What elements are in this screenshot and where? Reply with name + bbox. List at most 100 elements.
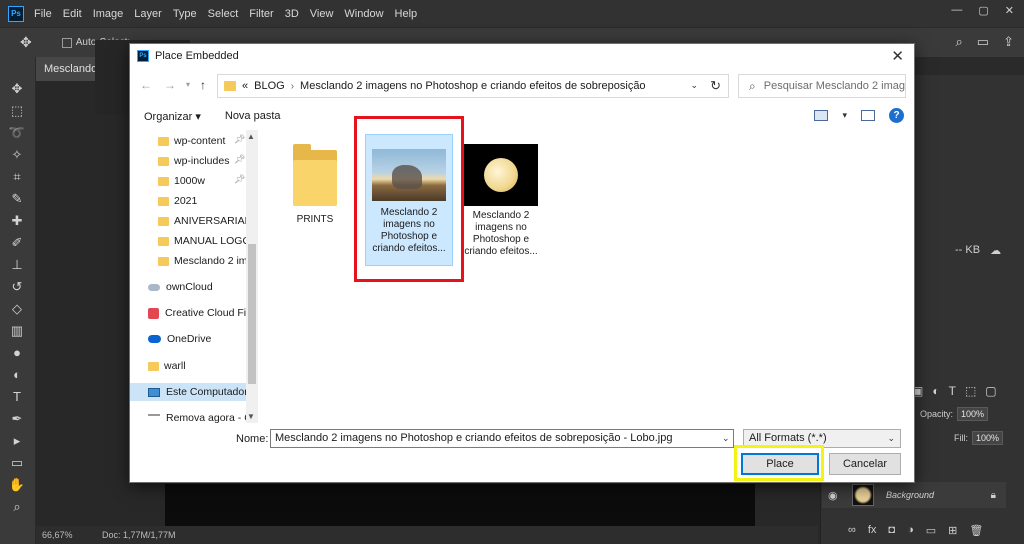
workspace-icon[interactable]: ▭	[977, 34, 989, 50]
path-select-icon[interactable]: ▸	[5, 432, 29, 449]
move-icon[interactable]: ✥	[5, 80, 29, 97]
search-input[interactable]: ⌕ Pesquisar Mesclando 2 imag...	[738, 74, 906, 98]
group-icon[interactable]: ▭	[926, 524, 936, 537]
help-icon[interactable]: ?	[889, 108, 904, 123]
scroll-up-icon[interactable]: ▲	[247, 132, 255, 141]
menu-bar: Ps File Edit Image Layer Type Select Fil…	[0, 0, 1024, 27]
forward-arrow-icon[interactable]: →	[164, 78, 176, 92]
adjustment-filter-icon[interactable]: ◐	[932, 384, 939, 398]
healing-icon[interactable]: ✚	[5, 212, 29, 229]
nav-scrollbar-thumb[interactable]	[248, 244, 256, 384]
filename-input[interactable]: Mesclando 2 imagens no Photoshop e crian…	[270, 429, 734, 448]
menu-edit[interactable]: Edit	[63, 8, 82, 20]
organize-button[interactable]: Organizar ▾	[144, 110, 201, 123]
menu-filter[interactable]: Filter	[249, 8, 273, 20]
shape-icon[interactable]: ▭	[5, 454, 29, 471]
menu-view[interactable]: View	[310, 8, 334, 20]
nav-item-creative-cloud[interactable]: Creative Cloud Fil	[148, 304, 248, 322]
shape-filter-icon[interactable]: ⬚	[965, 384, 976, 398]
fx-icon[interactable]: fx	[868, 524, 877, 537]
mask-icon[interactable]: ◘	[888, 524, 895, 537]
path-overflow[interactable]: «	[242, 80, 248, 92]
nav-item-warll[interactable]: warll	[148, 357, 248, 375]
type-filter-icon[interactable]: T	[949, 384, 956, 398]
nav-item-este-computador[interactable]: Este Computador	[130, 383, 258, 401]
maximize-icon[interactable]: ▢	[978, 4, 988, 17]
eyedropper-icon[interactable]: ✎	[5, 190, 29, 207]
menu-help[interactable]: Help	[395, 8, 418, 20]
path-segment-blog[interactable]: BLOG	[254, 80, 285, 92]
auto-select-checkbox[interactable]	[61, 37, 72, 48]
hand-icon[interactable]: ✋	[5, 476, 29, 493]
text-icon[interactable]: T	[5, 388, 29, 405]
layer-row-background[interactable]: ◉ Background 🔒︎	[822, 482, 1006, 508]
path-breadcrumb[interactable]: « BLOG › Mesclando 2 imagens no Photosho…	[217, 74, 729, 98]
menu-type[interactable]: Type	[173, 8, 197, 20]
view-dropdown-icon[interactable]: ▾	[842, 110, 847, 121]
menu-layer[interactable]: Layer	[134, 8, 162, 20]
menu-3d[interactable]: 3D	[285, 8, 299, 20]
nav-item-onedrive[interactable]: OneDrive	[148, 330, 248, 348]
brush-icon[interactable]: ✐	[5, 234, 29, 251]
marquee-icon[interactable]: ⬚	[5, 102, 29, 119]
scroll-down-icon[interactable]: ▼	[247, 412, 255, 421]
opacity-input[interactable]: 100%	[957, 407, 989, 421]
recent-chevron-icon[interactable]: ▾	[186, 80, 190, 89]
options-right-icons: ⌕ ▭ ⇪	[956, 34, 1014, 50]
menu-select[interactable]: Select	[208, 8, 239, 20]
smart-filter-icon[interactable]: ▢	[985, 384, 996, 398]
chevron-down-icon[interactable]: ⌄	[722, 433, 730, 444]
zoom-icon[interactable]: ⌕	[5, 498, 29, 515]
cancel-button[interactable]: Cancelar	[829, 453, 901, 475]
nav-item-manual-logotipo[interactable]: MANUAL LOGOT	[158, 232, 258, 250]
pen-icon[interactable]: ✒	[5, 410, 29, 427]
nav-item-2021[interactable]: 2021	[158, 192, 258, 210]
up-arrow-icon[interactable]: ↑	[200, 78, 206, 92]
nav-item-aniversariantes[interactable]: ANIVERSARIANT	[158, 212, 258, 230]
dialog-titlebar: Ps Place Embedded ✕	[130, 44, 914, 68]
refresh-icon[interactable]: ↻	[710, 78, 721, 94]
layer-name: Background	[886, 490, 935, 500]
back-arrow-icon[interactable]: ←	[140, 78, 152, 92]
crop-icon[interactable]: ⌗	[5, 168, 29, 185]
close-icon[interactable]: ✕	[891, 47, 904, 65]
file-item-lobo-image[interactable]: Mesclando 2 imagens no Photoshop e crian…	[365, 134, 453, 266]
eye-icon[interactable]: ◉	[828, 489, 842, 502]
new-folder-button[interactable]: Nova pasta	[225, 110, 281, 122]
link-icon[interactable]: ∞	[848, 524, 856, 537]
file-item-prints-folder[interactable]: PRINTS	[276, 134, 354, 264]
dodge-icon[interactable]: ◐	[5, 366, 29, 383]
lock-icon[interactable]: 🔒︎	[991, 490, 996, 501]
blur-icon[interactable]: ●	[5, 344, 29, 361]
magic-wand-icon[interactable]: ✧	[5, 146, 29, 163]
menu-window[interactable]: Window	[344, 8, 383, 20]
stamp-icon[interactable]: ⊥	[5, 256, 29, 273]
chevron-down-icon[interactable]: ⌄	[690, 80, 698, 91]
minimize-icon[interactable]: —	[951, 4, 962, 17]
place-button[interactable]: Place	[741, 453, 819, 475]
move-tool-icon[interactable]: ✥	[20, 34, 32, 51]
lasso-icon[interactable]: ➰	[5, 124, 29, 141]
path-segment-current[interactable]: Mesclando 2 imagens no Photoshop e crian…	[300, 80, 646, 92]
new-layer-icon[interactable]: ⊞	[948, 524, 957, 537]
share-icon[interactable]: ⇪	[1003, 34, 1014, 50]
nav-item-removable-drive[interactable]: Remova agora - C	[148, 409, 248, 423]
dialog-title: Place Embedded	[155, 50, 239, 62]
nav-item-owncloud[interactable]: ownCloud	[148, 278, 248, 296]
preview-pane-icon[interactable]	[861, 110, 875, 121]
gradient-icon[interactable]: ▥	[5, 322, 29, 339]
search-icon[interactable]: ⌕	[956, 34, 963, 50]
menu-image[interactable]: Image	[93, 8, 124, 20]
file-item-moon-image[interactable]: Mesclando 2 imagens no Photoshop e crian…	[458, 134, 544, 266]
adjustment-icon[interactable]: ◑	[907, 524, 914, 537]
change-view-icon[interactable]	[814, 110, 829, 121]
file-format-select[interactable]: All Formats (*.*) ⌄	[743, 429, 901, 448]
close-window-icon[interactable]: ✕	[1005, 4, 1014, 17]
fill-input[interactable]: 100%	[972, 431, 1004, 445]
menu-file[interactable]: File	[34, 8, 52, 20]
history-brush-icon[interactable]: ↺	[5, 278, 29, 295]
eraser-icon[interactable]: ◇	[5, 300, 29, 317]
folder-icon	[293, 144, 337, 206]
trash-icon[interactable]: 🗑︎	[969, 524, 983, 537]
nav-item-mesclando[interactable]: Mesclando 2 ima	[158, 252, 258, 270]
